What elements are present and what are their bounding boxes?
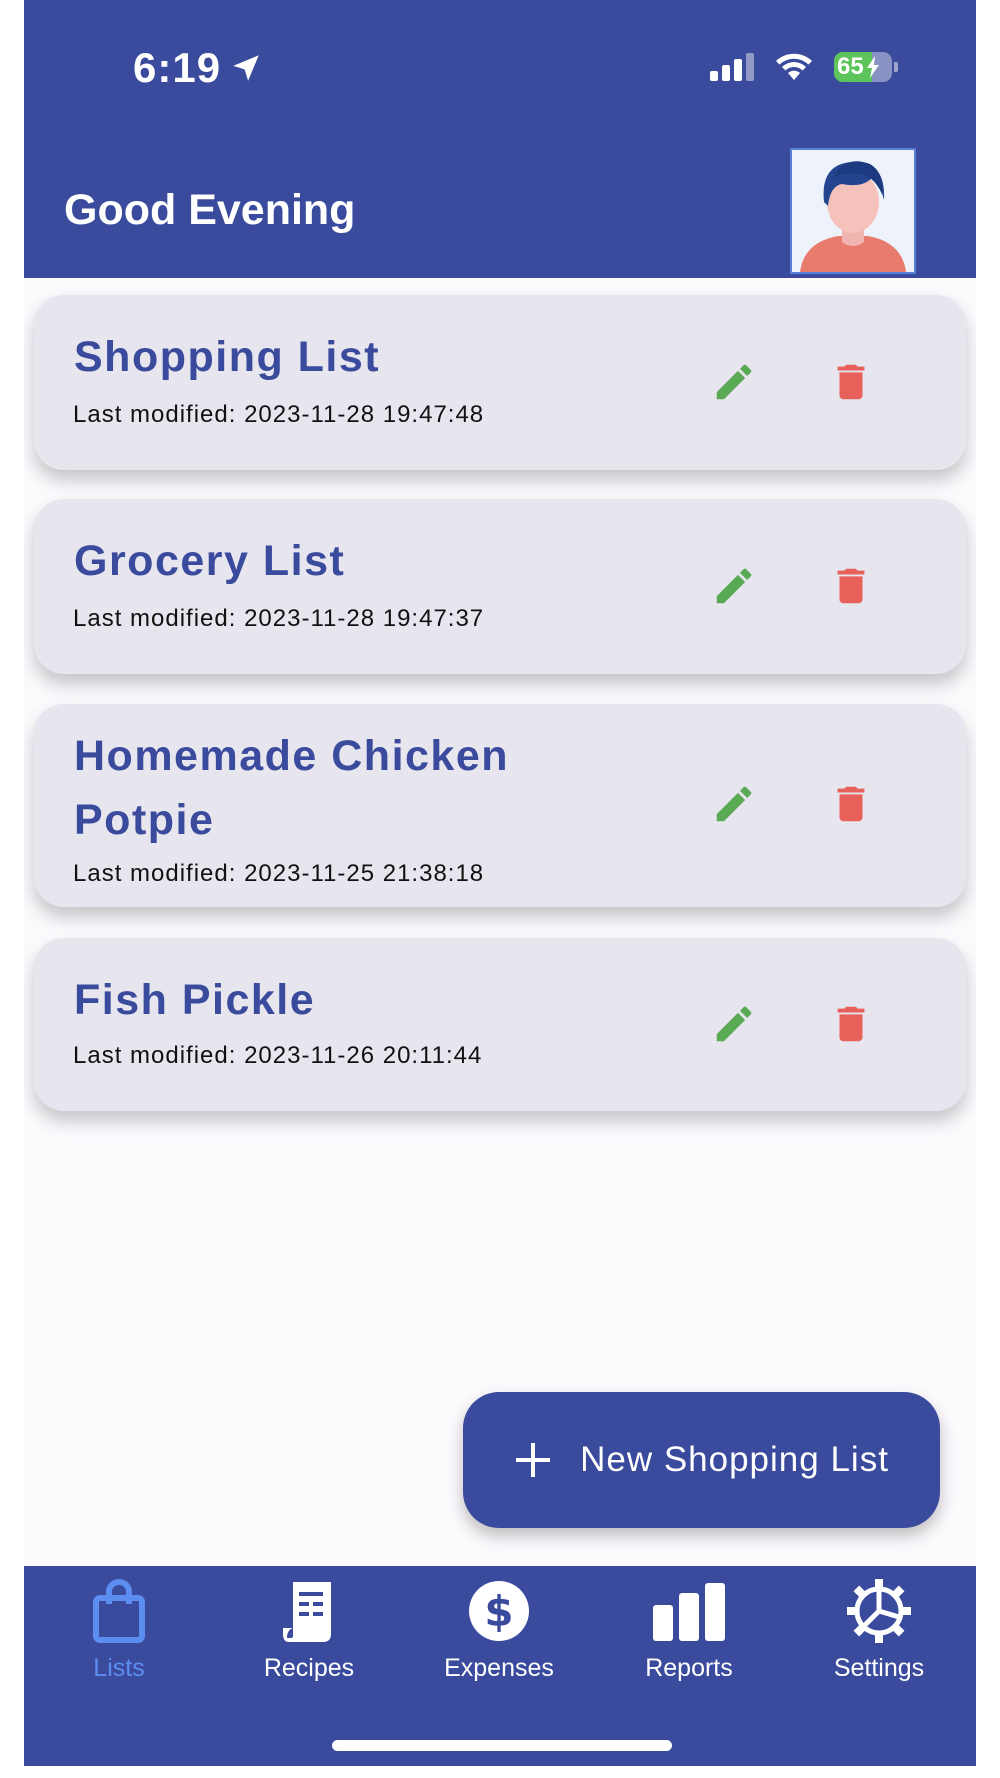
list-title: Homemade Chicken Potpie	[74, 732, 510, 844]
edit-list-button[interactable]	[704, 352, 764, 412]
shopping-bag-icon	[93, 1579, 145, 1643]
app-screen: 6:19 65 Good Evening Shopping List Last …	[24, 0, 976, 1766]
trash-icon	[837, 364, 865, 400]
trash-icon	[837, 568, 865, 604]
avatar-portrait-icon	[800, 161, 906, 272]
app-header: 6:19 65 Good Evening	[24, 0, 976, 278]
user-avatar[interactable]	[790, 148, 916, 274]
bar-chart-icon	[653, 1583, 725, 1641]
edit-list-button[interactable]	[704, 556, 764, 616]
list-card[interactable]: Homemade Chicken Potpie Last modified: 2…	[34, 704, 966, 907]
edit-list-button[interactable]	[704, 774, 764, 834]
list-card[interactable]: Grocery List Last modified: 2023-11-28 1…	[34, 499, 966, 674]
trash-icon	[837, 1006, 865, 1042]
delete-list-button[interactable]	[821, 774, 881, 834]
edit-list-button[interactable]	[704, 994, 764, 1054]
delete-list-button[interactable]	[821, 994, 881, 1054]
greeting-title: Good Evening	[64, 186, 356, 234]
list-title: Grocery List	[74, 537, 346, 585]
list-last-modified: Last modified: 2023-11-25 21:38:18	[73, 860, 485, 887]
nav-item-recipes[interactable]: Recipes	[214, 1574, 404, 1683]
delete-list-button[interactable]	[821, 556, 881, 616]
battery-level: 65	[837, 53, 864, 80]
new-shopping-list-label: New Shopping List	[580, 1440, 889, 1479]
nav-item-lists[interactable]: Lists	[24, 1574, 214, 1683]
gear-icon	[847, 1579, 911, 1643]
list-card[interactable]: Fish Pickle Last modified: 2023-11-26 20…	[34, 938, 966, 1111]
svg-text:$: $	[484, 1587, 513, 1636]
home-indicator[interactable]	[332, 1740, 672, 1751]
list-card[interactable]: Shopping List Last modified: 2023-11-28 …	[34, 295, 966, 470]
recipe-icon	[283, 1582, 331, 1642]
list-last-modified: Last modified: 2023-11-26 20:11:44	[73, 1042, 483, 1069]
list-title: Shopping List	[74, 333, 381, 381]
status-time-text: 6:19	[133, 44, 222, 91]
pencil-icon	[716, 1006, 752, 1042]
nav-label: Reports	[645, 1654, 733, 1682]
pencil-icon	[716, 786, 752, 822]
status-bar-time: 6:19	[133, 44, 263, 92]
nav-label: Lists	[93, 1654, 145, 1682]
pencil-icon	[716, 568, 752, 604]
charging-bolt-icon	[866, 56, 879, 78]
list-title: Fish Pickle	[74, 976, 316, 1024]
nav-label: Recipes	[263, 1654, 355, 1682]
new-shopping-list-button[interactable]: New Shopping List	[463, 1392, 940, 1528]
pencil-icon	[716, 364, 752, 400]
location-arrow-icon	[233, 55, 259, 81]
list-last-modified: Last modified: 2023-11-28 19:47:37	[73, 605, 485, 632]
nav-item-expenses[interactable]: $ Expenses	[404, 1574, 594, 1683]
dollar-icon: $	[469, 1581, 529, 1641]
nav-item-settings[interactable]: Settings	[784, 1574, 974, 1683]
nav-label: Settings	[833, 1654, 925, 1682]
battery-indicator: 65	[834, 52, 898, 82]
nav-item-reports[interactable]: Reports	[594, 1574, 784, 1683]
nav-label: Expenses	[444, 1654, 554, 1682]
delete-list-button[interactable]	[821, 352, 881, 412]
status-bar-indicators: 65	[710, 52, 898, 82]
cellular-signal-icon	[710, 53, 754, 81]
plus-icon	[516, 1443, 551, 1477]
wifi-icon	[776, 53, 812, 80]
trash-icon	[837, 786, 865, 822]
bottom-navigation: Lists Recipes $ Expenses Reports Setting…	[24, 1566, 976, 1766]
list-last-modified: Last modified: 2023-11-28 19:47:48	[73, 401, 485, 428]
